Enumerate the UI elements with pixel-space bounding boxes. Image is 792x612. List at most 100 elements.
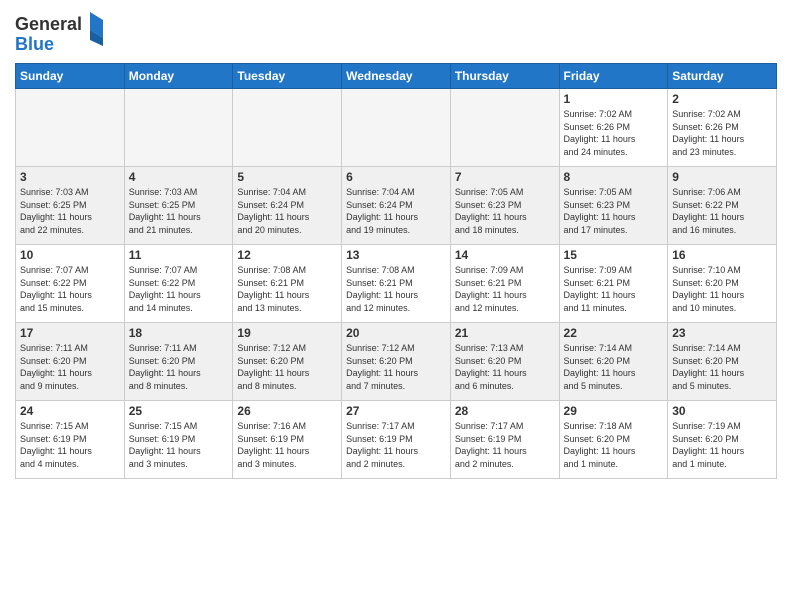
day-cell: 1 Sunrise: 7:02 AM Sunset: 6:26 PM Daylig… (559, 89, 668, 167)
day-info: Sunrise: 7:12 AM Sunset: 6:20 PM Dayligh… (346, 342, 446, 392)
logo: General Blue (15, 10, 105, 55)
day-number: 9 (672, 170, 772, 184)
day-number: 17 (20, 326, 120, 340)
day-info: Sunrise: 7:11 AM Sunset: 6:20 PM Dayligh… (129, 342, 229, 392)
day-cell (450, 89, 559, 167)
day-cell: 30 Sunrise: 7:19 AM Sunset: 6:20 PM Dayli… (668, 401, 777, 479)
day-cell: 17 Sunrise: 7:11 AM Sunset: 6:20 PM Dayli… (16, 323, 125, 401)
day-number: 22 (564, 326, 664, 340)
header: General Blue (15, 10, 777, 55)
day-info: Sunrise: 7:06 AM Sunset: 6:22 PM Dayligh… (672, 186, 772, 236)
day-cell: 18 Sunrise: 7:11 AM Sunset: 6:20 PM Dayli… (124, 323, 233, 401)
day-info: Sunrise: 7:17 AM Sunset: 6:19 PM Dayligh… (455, 420, 555, 470)
day-info: Sunrise: 7:03 AM Sunset: 6:25 PM Dayligh… (20, 186, 120, 236)
day-number: 6 (346, 170, 446, 184)
day-cell: 12 Sunrise: 7:08 AM Sunset: 6:21 PM Dayli… (233, 245, 342, 323)
day-cell: 10 Sunrise: 7:07 AM Sunset: 6:22 PM Dayli… (16, 245, 125, 323)
logo-svg: General Blue (15, 10, 105, 55)
day-cell (16, 89, 125, 167)
day-cell: 28 Sunrise: 7:17 AM Sunset: 6:19 PM Dayli… (450, 401, 559, 479)
day-number: 25 (129, 404, 229, 418)
day-cell: 22 Sunrise: 7:14 AM Sunset: 6:20 PM Dayli… (559, 323, 668, 401)
calendar-container: General Blue SundayMondayTuesdayWednesda… (0, 0, 792, 489)
day-header: Saturday (668, 64, 777, 89)
day-number: 3 (20, 170, 120, 184)
day-header: Thursday (450, 64, 559, 89)
day-cell: 29 Sunrise: 7:18 AM Sunset: 6:20 PM Dayli… (559, 401, 668, 479)
day-info: Sunrise: 7:10 AM Sunset: 6:20 PM Dayligh… (672, 264, 772, 314)
day-number: 10 (20, 248, 120, 262)
day-info: Sunrise: 7:18 AM Sunset: 6:20 PM Dayligh… (564, 420, 664, 470)
day-header: Wednesday (342, 64, 451, 89)
day-number: 7 (455, 170, 555, 184)
week-row: 24 Sunrise: 7:15 AM Sunset: 6:19 PM Dayli… (16, 401, 777, 479)
day-number: 28 (455, 404, 555, 418)
day-number: 20 (346, 326, 446, 340)
day-number: 12 (237, 248, 337, 262)
day-number: 30 (672, 404, 772, 418)
day-number: 18 (129, 326, 229, 340)
day-info: Sunrise: 7:07 AM Sunset: 6:22 PM Dayligh… (20, 264, 120, 314)
day-info: Sunrise: 7:14 AM Sunset: 6:20 PM Dayligh… (672, 342, 772, 392)
day-number: 23 (672, 326, 772, 340)
day-cell: 25 Sunrise: 7:15 AM Sunset: 6:19 PM Dayli… (124, 401, 233, 479)
day-info: Sunrise: 7:13 AM Sunset: 6:20 PM Dayligh… (455, 342, 555, 392)
day-cell: 11Sunrise: 7:07 AM Sunset: 6:22 PM Dayli… (124, 245, 233, 323)
day-header: Friday (559, 64, 668, 89)
day-info: Sunrise: 7:02 AM Sunset: 6:26 PM Dayligh… (564, 108, 664, 158)
week-row: 1 Sunrise: 7:02 AM Sunset: 6:26 PM Daylig… (16, 89, 777, 167)
day-info: Sunrise: 7:15 AM Sunset: 6:19 PM Dayligh… (129, 420, 229, 470)
day-info: Sunrise: 7:08 AM Sunset: 6:21 PM Dayligh… (237, 264, 337, 314)
day-number: 27 (346, 404, 446, 418)
day-number: 24 (20, 404, 120, 418)
week-row: 17 Sunrise: 7:11 AM Sunset: 6:20 PM Dayli… (16, 323, 777, 401)
svg-text:General: General (15, 14, 82, 34)
day-number: 16 (672, 248, 772, 262)
day-info: Sunrise: 7:15 AM Sunset: 6:19 PM Dayligh… (20, 420, 120, 470)
day-cell (124, 89, 233, 167)
day-info: Sunrise: 7:04 AM Sunset: 6:24 PM Dayligh… (237, 186, 337, 236)
day-number: 29 (564, 404, 664, 418)
day-cell: 21 Sunrise: 7:13 AM Sunset: 6:20 PM Dayli… (450, 323, 559, 401)
day-cell (342, 89, 451, 167)
day-number: 8 (564, 170, 664, 184)
day-info: Sunrise: 7:16 AM Sunset: 6:19 PM Dayligh… (237, 420, 337, 470)
day-info: Sunrise: 7:14 AM Sunset: 6:20 PM Dayligh… (564, 342, 664, 392)
day-number: 15 (564, 248, 664, 262)
day-number: 26 (237, 404, 337, 418)
day-info: Sunrise: 7:02 AM Sunset: 6:26 PM Dayligh… (672, 108, 772, 158)
day-info: Sunrise: 7:05 AM Sunset: 6:23 PM Dayligh… (455, 186, 555, 236)
day-info: Sunrise: 7:08 AM Sunset: 6:21 PM Dayligh… (346, 264, 446, 314)
day-cell: 13 Sunrise: 7:08 AM Sunset: 6:21 PM Dayli… (342, 245, 451, 323)
day-info: Sunrise: 7:05 AM Sunset: 6:23 PM Dayligh… (564, 186, 664, 236)
day-number: 13 (346, 248, 446, 262)
day-cell: 26 Sunrise: 7:16 AM Sunset: 6:19 PM Dayli… (233, 401, 342, 479)
day-number: 5 (237, 170, 337, 184)
day-cell: 7 Sunrise: 7:05 AM Sunset: 6:23 PM Daylig… (450, 167, 559, 245)
day-cell: 16 Sunrise: 7:10 AM Sunset: 6:20 PM Dayli… (668, 245, 777, 323)
day-number: 21 (455, 326, 555, 340)
day-cell: 2 Sunrise: 7:02 AM Sunset: 6:26 PM Daylig… (668, 89, 777, 167)
day-number: 4 (129, 170, 229, 184)
week-row: 10 Sunrise: 7:07 AM Sunset: 6:22 PM Dayli… (16, 245, 777, 323)
day-cell: 4Sunrise: 7:03 AM Sunset: 6:25 PM Daylig… (124, 167, 233, 245)
week-row: 3 Sunrise: 7:03 AM Sunset: 6:25 PM Daylig… (16, 167, 777, 245)
day-info: Sunrise: 7:09 AM Sunset: 6:21 PM Dayligh… (564, 264, 664, 314)
day-number: 2 (672, 92, 772, 106)
day-number: 14 (455, 248, 555, 262)
day-info: Sunrise: 7:09 AM Sunset: 6:21 PM Dayligh… (455, 264, 555, 314)
day-cell: 23 Sunrise: 7:14 AM Sunset: 6:20 PM Dayli… (668, 323, 777, 401)
svg-text:Blue: Blue (15, 34, 54, 54)
day-cell: 27 Sunrise: 7:17 AM Sunset: 6:19 PM Dayli… (342, 401, 451, 479)
header-row: SundayMondayTuesdayWednesdayThursdayFrid… (16, 64, 777, 89)
day-info: Sunrise: 7:17 AM Sunset: 6:19 PM Dayligh… (346, 420, 446, 470)
day-info: Sunrise: 7:11 AM Sunset: 6:20 PM Dayligh… (20, 342, 120, 392)
day-cell (233, 89, 342, 167)
day-cell: 5 Sunrise: 7:04 AM Sunset: 6:24 PM Daylig… (233, 167, 342, 245)
day-info: Sunrise: 7:19 AM Sunset: 6:20 PM Dayligh… (672, 420, 772, 470)
day-number: 1 (564, 92, 664, 106)
day-info: Sunrise: 7:12 AM Sunset: 6:20 PM Dayligh… (237, 342, 337, 392)
day-cell: 8 Sunrise: 7:05 AM Sunset: 6:23 PM Daylig… (559, 167, 668, 245)
day-cell: 9 Sunrise: 7:06 AM Sunset: 6:22 PM Daylig… (668, 167, 777, 245)
day-info: Sunrise: 7:07 AM Sunset: 6:22 PM Dayligh… (129, 264, 229, 314)
